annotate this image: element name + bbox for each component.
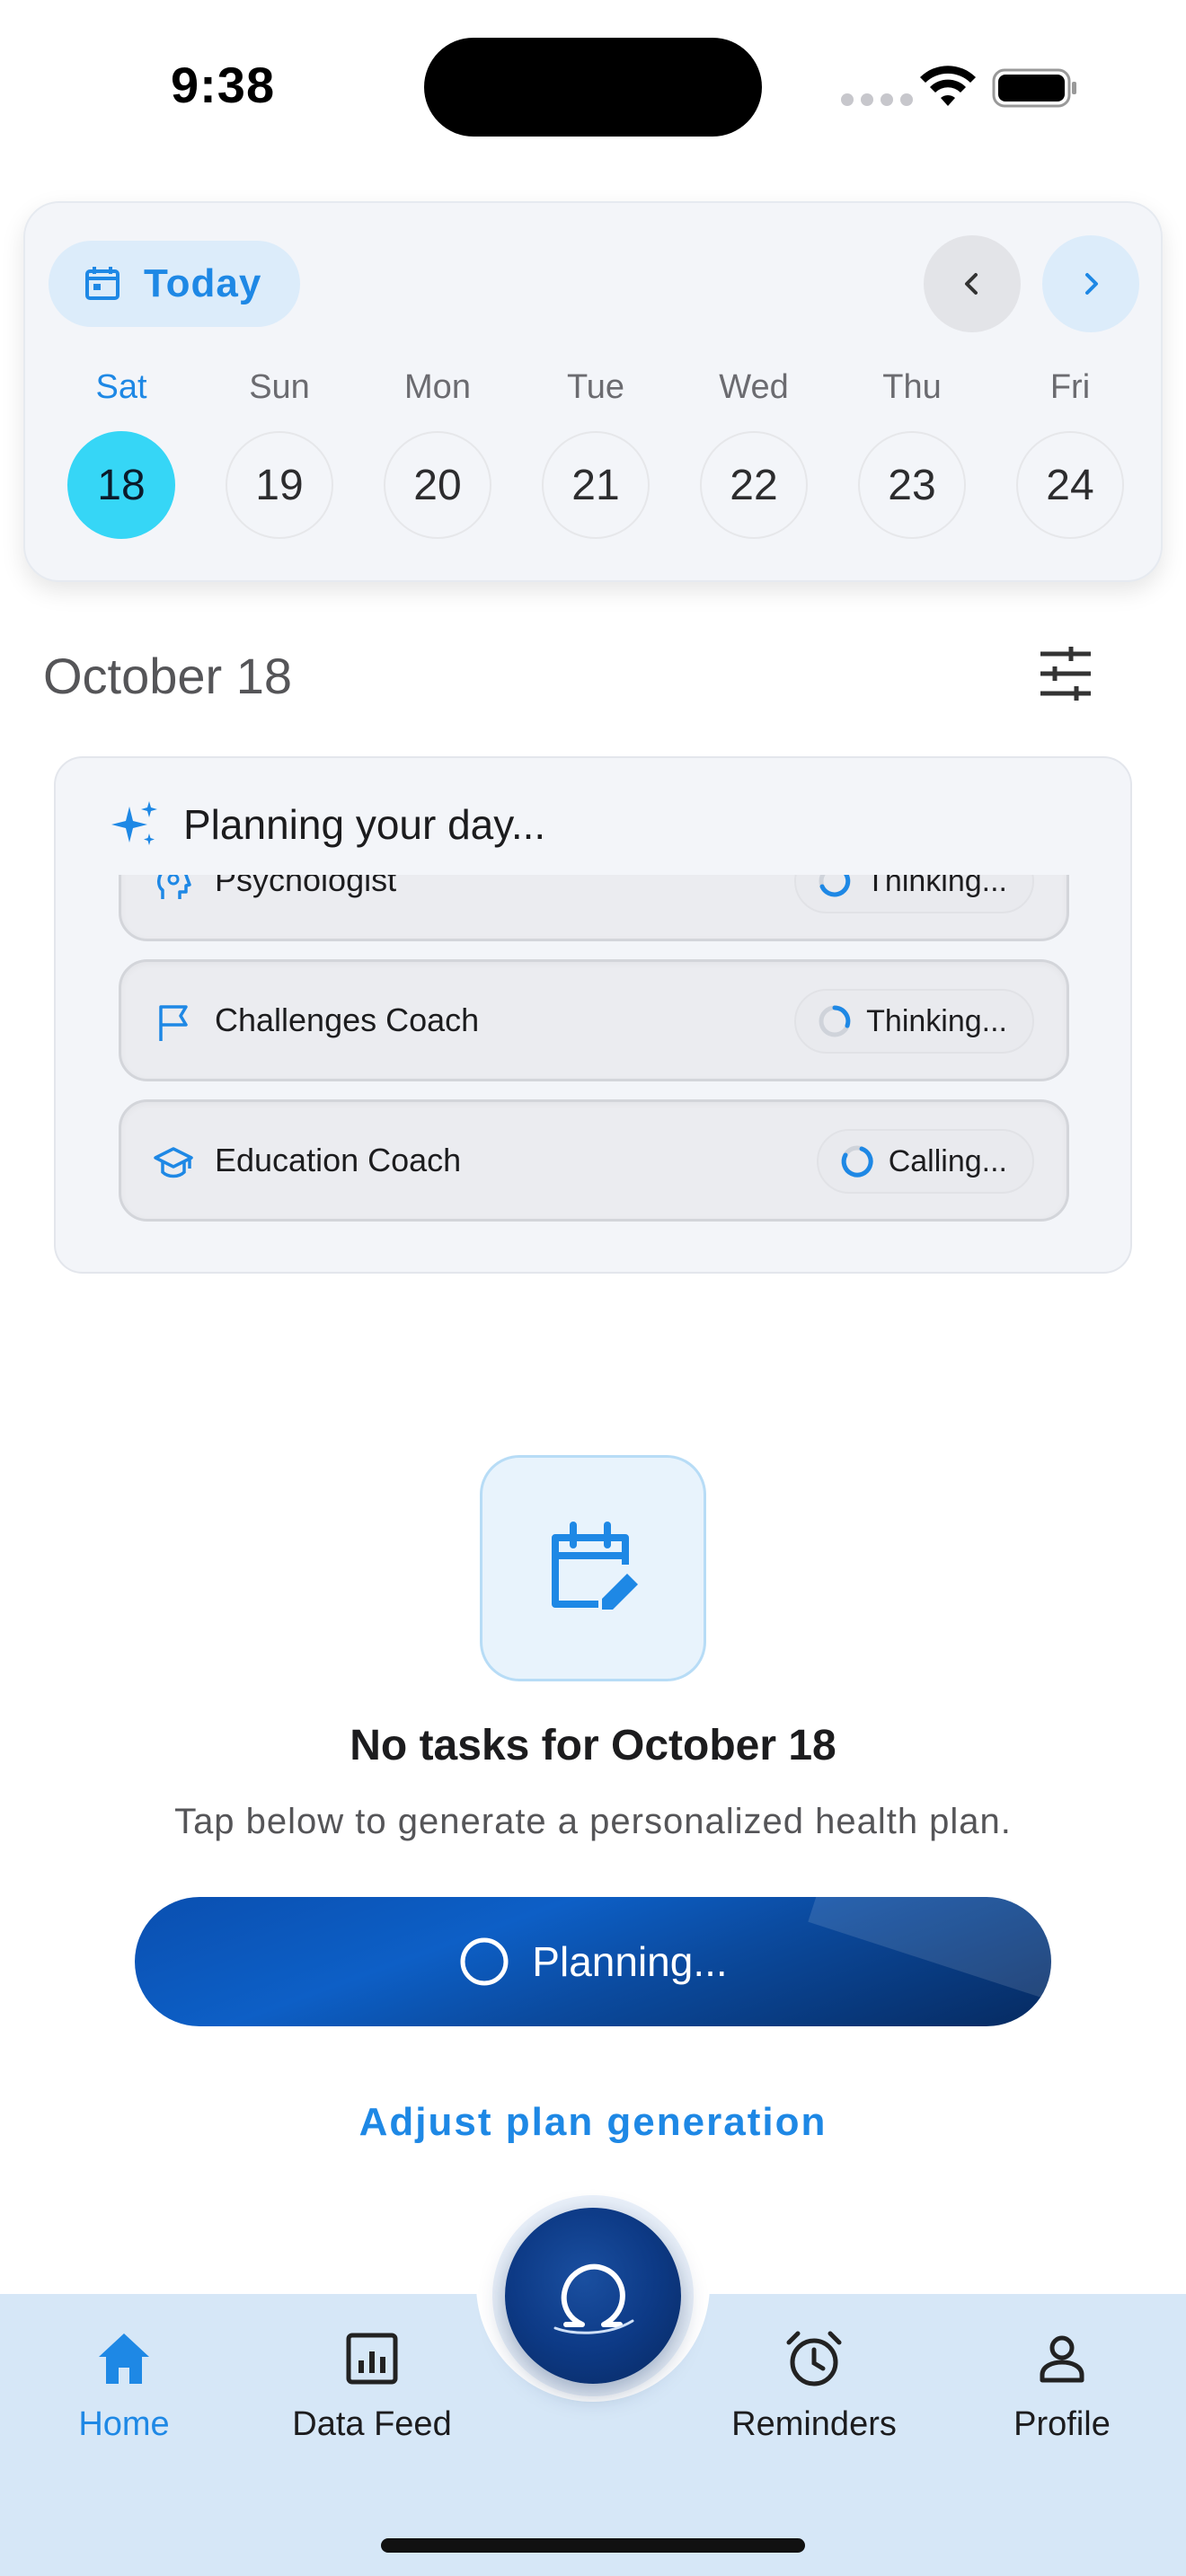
day-name: Sun (249, 368, 310, 406)
date-heading: October 18 (43, 648, 293, 704)
day-fri[interactable]: Fri 24 (1012, 365, 1128, 539)
agent-status-pill: Thinking... (794, 875, 1034, 913)
day-name: Mon (404, 368, 471, 406)
day-number: 24 (1016, 431, 1124, 539)
brain-head-icon (157, 875, 191, 899)
empty-state-title: No tasks for October 18 (350, 1722, 836, 1769)
sparkles-icon (111, 801, 157, 845)
agent-row-challenges-coach: Challenges Coach Thinking... (119, 959, 1069, 1081)
flag-icon (159, 1005, 188, 1041)
today-button[interactable]: Today (49, 241, 300, 327)
omega-logo-icon (553, 2263, 634, 2334)
generate-plan-label: Planning... (532, 1938, 728, 1985)
filter-sliders-icon[interactable] (1037, 645, 1094, 702)
planning-panel: Planning your day... Psychologist Thinki… (54, 756, 1132, 1274)
home-icon (99, 2333, 149, 2384)
agent-status-text: Thinking... (866, 1003, 1007, 1038)
nav-label: Home (78, 2405, 170, 2443)
status-bar: 9:38 (0, 0, 1186, 171)
person-icon (1040, 2335, 1084, 2383)
nav-label: Data Feed (292, 2405, 452, 2443)
loading-ring-icon (460, 1937, 509, 1986)
adjust-plan-generation-link[interactable]: Adjust plan generation (0, 2100, 1186, 2145)
agent-status-pill: Calling... (816, 1129, 1034, 1194)
assistant-fab-button[interactable] (505, 2208, 681, 2384)
day-name: Fri (1049, 368, 1091, 406)
planning-title: Planning your day... (183, 801, 546, 848)
day-tue[interactable]: Tue 21 (537, 365, 654, 539)
nav-data-feed[interactable]: Data Feed (264, 2326, 480, 2444)
next-week-button[interactable] (1042, 235, 1139, 332)
agents-list: Psychologist Thinking... Challenges Coac… (56, 875, 1130, 1270)
today-label: Today (144, 261, 262, 305)
nav-profile[interactable]: Profile (954, 2326, 1170, 2444)
generate-plan-button[interactable]: Planning... (135, 1897, 1051, 2026)
day-name: Wed (719, 368, 789, 406)
spinner-icon (841, 1145, 873, 1178)
day-sat[interactable]: Sat 18 (63, 365, 180, 539)
calendar-icon (85, 267, 119, 300)
status-time: 9:38 (171, 57, 276, 113)
day-number: 22 (700, 431, 808, 539)
week-calendar-card: Today Sat 18 Sun 19 Mon 20 Tue 21 Wed 22… (23, 201, 1163, 582)
day-number: 18 (67, 431, 175, 539)
day-mon[interactable]: Mon 20 (379, 365, 496, 539)
day-wed[interactable]: Wed 22 (695, 365, 812, 539)
empty-state-subtitle: Tap below to generate a personalized hea… (174, 1802, 1012, 1841)
chevron-left-icon (965, 273, 978, 295)
wifi-icon (920, 66, 976, 106)
spinner-icon (819, 875, 851, 897)
day-number: 19 (226, 431, 333, 539)
chevron-right-icon (1085, 273, 1098, 295)
empty-state-icon-box (480, 1455, 706, 1681)
nav-label: Reminders (731, 2405, 897, 2443)
day-name: Sat (95, 368, 147, 406)
day-name: Thu (882, 368, 942, 406)
day-number: 23 (858, 431, 966, 539)
planning-header: Planning your day... (110, 799, 545, 850)
agent-status-text: Calling... (888, 1143, 1007, 1178)
day-name: Tue (566, 368, 625, 406)
nav-reminders[interactable]: Reminders (706, 2326, 922, 2444)
day-thu[interactable]: Thu 23 (854, 365, 970, 539)
day-sun[interactable]: Sun 19 (221, 365, 338, 539)
agent-status-pill: Thinking... (794, 989, 1034, 1054)
button-shine (808, 1897, 1051, 2011)
agent-row-education-coach: Education Coach Calling... (119, 1099, 1069, 1222)
previous-week-button[interactable] (924, 235, 1021, 332)
graduation-cap-icon (154, 1147, 193, 1178)
agent-row-psychologist: Psychologist Thinking... (119, 875, 1069, 941)
chart-box-icon (346, 2333, 398, 2385)
agent-name: Challenges Coach (215, 1001, 480, 1038)
nav-home[interactable]: Home (16, 2326, 232, 2444)
alarm-clock-icon (786, 2331, 842, 2386)
agent-name: Education Coach (215, 1142, 462, 1178)
day-number: 20 (384, 431, 491, 539)
dynamic-island (424, 38, 762, 137)
battery-icon (992, 68, 1076, 108)
calendar-edit-icon (552, 1522, 638, 1610)
nav-label: Profile (1013, 2405, 1111, 2443)
cellular-signal-icon (841, 93, 913, 106)
day-number: 21 (542, 431, 650, 539)
home-indicator (381, 2538, 805, 2553)
spinner-icon (819, 1005, 851, 1037)
agent-status-text: Thinking... (866, 875, 1007, 898)
agent-name: Psychologist (215, 875, 397, 898)
days-row: Sat 18 Sun 19 Mon 20 Tue 21 Wed 22 Thu 2… (25, 365, 1164, 562)
